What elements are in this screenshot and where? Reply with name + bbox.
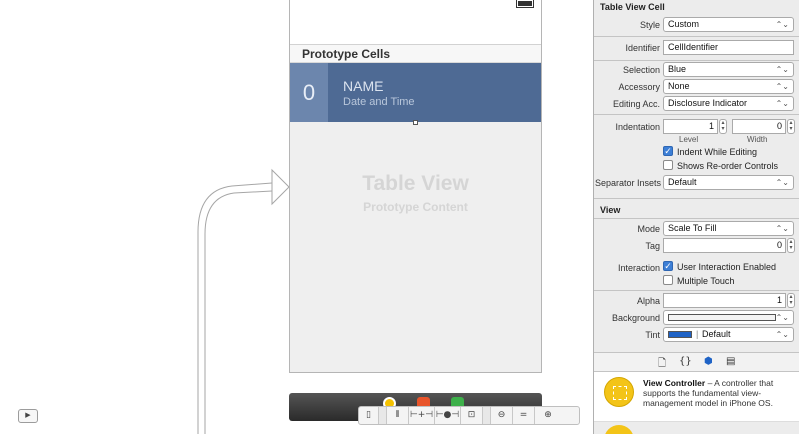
popup-arrows-icon: ⌃⌄	[775, 20, 789, 29]
attributes-inspector: Table View Cell Style Custom ⌃⌄ Identifie…	[593, 0, 799, 434]
table-view-cell-section-title: Table View Cell	[600, 2, 665, 12]
selection-popup[interactable]: Blue ⌃⌄	[663, 62, 794, 77]
popup-arrows-icon: ⌃⌄	[775, 82, 789, 91]
zoom-out-button[interactable]: ⊖	[491, 407, 513, 424]
table-view-placeholder-subtitle: Prototype Content	[363, 200, 468, 214]
table-header-area	[290, 0, 541, 44]
indentation-width-stepper[interactable]: ▴ ▾	[787, 119, 795, 134]
alpha-stepper[interactable]: ▴ ▾	[787, 293, 795, 308]
selection-label: Selection	[622, 65, 660, 75]
library-tab-bar: 🗋 {} ⬢ ▤	[594, 352, 799, 372]
navigation-controller-icon[interactable]	[604, 425, 634, 434]
identifier-label: Identifier	[625, 43, 660, 53]
tint-value: Default	[702, 329, 731, 339]
background-label: Background	[611, 313, 660, 323]
indentation-width-field[interactable]: 0	[732, 119, 786, 134]
mode-label: Mode	[637, 224, 660, 234]
width-caption: Width	[747, 135, 768, 144]
shows-reorder-label: Shows Re-order Controls	[677, 161, 779, 171]
view-section-title: View	[600, 205, 621, 215]
alpha-label: Alpha	[636, 296, 660, 306]
library-item-view-controller[interactable]: View Controller – A controller that supp…	[594, 372, 799, 422]
separator-insets-popup[interactable]: Default ⌃⌄	[663, 175, 794, 190]
tint-color-swatch	[668, 331, 692, 338]
content-mode-value: Scale To Fill	[668, 223, 717, 233]
canvas-bottom-toolbar: ▯ ⫴ ⊢+⊣ ⊢●⊣ ⊡ ⊖ = ⊕	[358, 406, 580, 425]
popup-arrows-icon: ⌃⌄	[775, 224, 789, 233]
selection-value: Blue	[668, 64, 687, 74]
cell-badge-label: 0	[290, 63, 328, 122]
interaction-label: Interaction	[617, 263, 660, 273]
view-controller-icon	[604, 377, 634, 407]
align-button[interactable]: ⫴	[387, 407, 409, 424]
alpha-field[interactable]: 1	[663, 293, 786, 308]
editing-accessory-label: Editing Acc.	[612, 99, 660, 109]
cell-detail-label: Date and Time	[343, 96, 415, 108]
device-size-button[interactable]: ▯	[359, 407, 379, 424]
indent-while-editing-checkbox[interactable]: ✓	[663, 146, 673, 156]
style-value: Custom	[668, 19, 700, 29]
popup-arrows-icon: ⌃⌄	[775, 330, 789, 339]
cell-resize-handle[interactable]	[413, 120, 418, 125]
editing-accessory-popup[interactable]: Disclosure Indicator ⌃⌄	[663, 96, 794, 111]
prototype-cell[interactable]: 0 NAME Date and Time	[290, 63, 541, 122]
code-snippet-library-icon[interactable]: {}	[679, 356, 692, 367]
media-library-icon[interactable]: ▤	[726, 356, 735, 367]
accessory-popup[interactable]: None ⌃⌄	[663, 79, 794, 94]
object-library-icon[interactable]: ⬢	[704, 356, 713, 367]
content-mode-popup[interactable]: Scale To Fill ⌃⌄	[663, 221, 794, 236]
library-item-description: View Controller – A controller that supp…	[643, 378, 795, 408]
tag-stepper[interactable]: ▴ ▾	[787, 238, 795, 253]
tag-field[interactable]: 0	[663, 238, 786, 253]
identifier-field[interactable]: CellIdentifier	[663, 40, 794, 55]
tint-label: Tint	[645, 330, 660, 340]
separator-insets-value: Default	[668, 177, 697, 187]
document-outline-toggle[interactable]: ▶	[18, 409, 38, 423]
editing-accessory-value: Disclosure Indicator	[668, 98, 748, 108]
battery-icon	[516, 0, 534, 8]
segue-arrow[interactable]	[0, 0, 300, 434]
xcode-storyboard-window: Prototype Cells 0 NAME Date and Time Tab…	[0, 0, 799, 434]
style-label: Style	[639, 20, 660, 30]
pin-button[interactable]: ⊢+⊣	[409, 407, 435, 424]
multiple-touch-label: Multiple Touch	[677, 276, 735, 286]
indentation-label: Indentation	[615, 122, 660, 132]
user-interaction-checkbox[interactable]: ✓	[663, 261, 673, 271]
popup-arrows-icon: ⌃⌄	[775, 65, 789, 74]
cell-title-label: NAME	[343, 78, 384, 94]
multiple-touch-checkbox[interactable]	[663, 275, 673, 285]
indentation-level-field[interactable]: 1	[663, 119, 718, 134]
resizing-behavior-button[interactable]: ⊡	[461, 407, 483, 424]
zoom-actual-button[interactable]: =	[513, 407, 535, 424]
zoom-in-button[interactable]: ⊕	[535, 407, 561, 424]
user-interaction-label: User Interaction Enabled	[677, 262, 777, 272]
table-view-controller-scene[interactable]: Prototype Cells 0 NAME Date and Time Tab…	[289, 0, 542, 373]
background-color-popup[interactable]: ⌃⌄	[663, 310, 794, 325]
accessory-label: Accessory	[618, 82, 660, 92]
prototype-cells-header: Prototype Cells	[290, 44, 541, 63]
accessory-value: None	[668, 81, 690, 91]
popup-arrows-icon: ⌃⌄	[775, 313, 789, 322]
background-color-swatch	[668, 314, 776, 321]
separator-insets-label: Separator Insets	[594, 178, 661, 188]
style-popup[interactable]: Custom ⌃⌄	[663, 17, 794, 32]
tag-label: Tag	[645, 241, 660, 251]
file-template-library-icon[interactable]: 🗋	[658, 356, 666, 373]
level-caption: Level	[679, 135, 699, 144]
popup-arrows-icon: ⌃⌄	[775, 178, 789, 187]
storyboard-canvas[interactable]: Prototype Cells 0 NAME Date and Time Tab…	[0, 0, 593, 434]
library-item-title: View Controller	[643, 378, 706, 388]
indentation-level-stepper[interactable]: ▴ ▾	[719, 119, 727, 134]
popup-arrows-icon: ⌃⌄	[775, 99, 789, 108]
shows-reorder-checkbox[interactable]	[663, 160, 673, 170]
resolve-issues-button[interactable]: ⊢●⊣	[435, 407, 461, 424]
table-view-placeholder-title: Table View	[362, 172, 469, 195]
indent-while-editing-label: Indent While Editing	[677, 147, 758, 157]
tint-color-popup[interactable]: | Default ⌃⌄	[663, 327, 794, 342]
